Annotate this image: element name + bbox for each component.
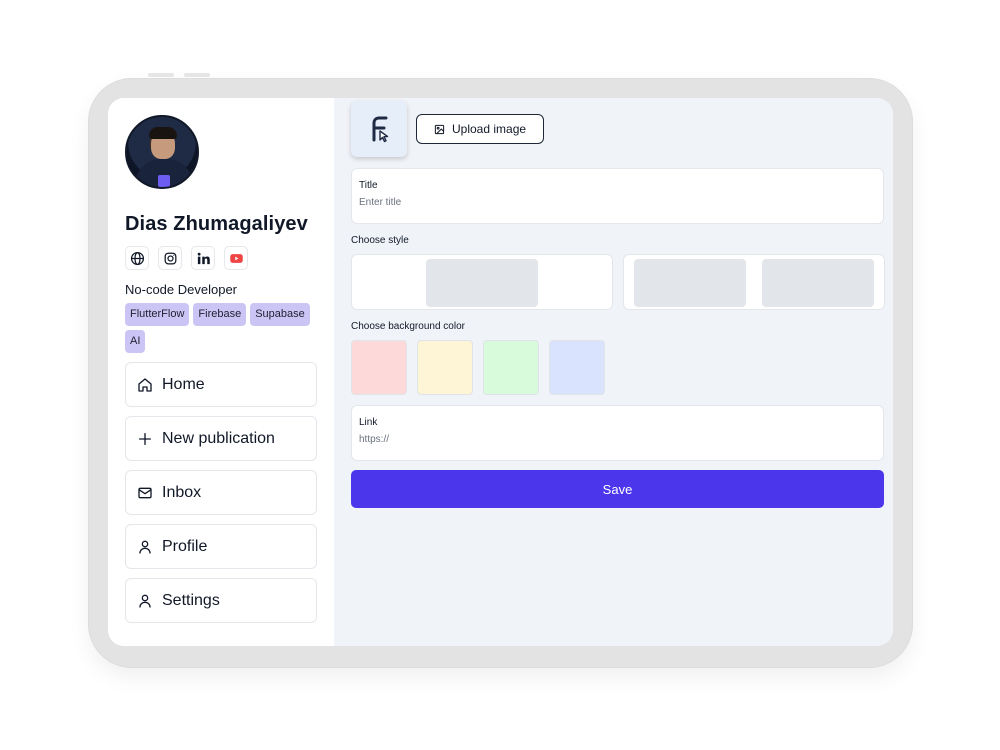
color-swatch-yellow[interactable] [417, 340, 473, 395]
bg-color-label: Choose background color [351, 321, 465, 332]
nav-item-label: Settings [162, 591, 220, 609]
app-screen: Dias Zhumagaliyev No-code Developer Flut… [108, 98, 893, 646]
tag: Supabase [250, 303, 310, 326]
style-label: Choose style [351, 235, 409, 246]
tag: AI [125, 330, 146, 353]
nav-item-label: Home [162, 375, 205, 393]
image-preview[interactable] [351, 101, 407, 157]
save-button[interactable]: Save [351, 470, 884, 508]
tag: Firebase [193, 303, 247, 326]
upload-image-label: Upload image [452, 122, 527, 136]
image-icon [434, 124, 445, 134]
nav-item-label: Profile [162, 537, 208, 555]
home-icon [138, 377, 152, 392]
instagram-icon[interactable] [158, 246, 182, 270]
flutterflow-logo-icon [372, 116, 389, 143]
plus-icon [139, 432, 151, 445]
user-role: No-code Developer [125, 282, 238, 297]
color-swatch-red[interactable] [351, 340, 407, 395]
publication-editor: Upload image Title Choose style Choose b… [334, 98, 893, 646]
style-option-2[interactable] [623, 254, 885, 310]
style-option-1[interactable] [351, 254, 613, 310]
nav-item-new-publication[interactable]: New publication [125, 416, 317, 461]
globe-icon[interactable] [125, 246, 149, 270]
nav-item-settings[interactable]: Settings [125, 578, 317, 623]
nav-item-inbox[interactable]: Inbox [125, 470, 317, 515]
user-name: Dias Zhumagaliyev [125, 213, 308, 235]
user-icon [139, 540, 151, 554]
title-field: Title [351, 168, 884, 224]
tag: FlutterFlow [125, 303, 190, 326]
link-input[interactable] [359, 434, 876, 445]
title-label: Title [359, 180, 378, 191]
color-swatch-blue[interactable] [549, 340, 605, 395]
nav-item-home[interactable]: Home [125, 362, 317, 407]
skill-tags: FlutterFlow Firebase Supabase AI [125, 303, 315, 353]
profile-sidebar: Dias Zhumagaliyev No-code Developer Flut… [108, 98, 334, 646]
avatar[interactable] [125, 115, 199, 189]
title-input[interactable] [359, 197, 876, 208]
social-links [125, 246, 317, 270]
youtube-icon[interactable] [224, 246, 248, 270]
link-label: Link [359, 417, 378, 428]
bg-color-options [351, 340, 885, 395]
mail-icon [138, 487, 152, 498]
avatar-logo-badge [158, 175, 170, 187]
main-nav: Home New publication Inbox Profile Setti… [125, 362, 317, 623]
nav-item-label: New publication [162, 429, 275, 447]
color-swatch-green[interactable] [483, 340, 539, 395]
style-options [351, 254, 885, 310]
image-row: Upload image [351, 100, 885, 158]
nav-item-label: Inbox [162, 483, 202, 501]
link-field: Link [351, 405, 884, 461]
upload-image-button[interactable]: Upload image [416, 114, 545, 144]
user-icon [139, 594, 151, 608]
linkedin-icon[interactable] [191, 246, 215, 270]
nav-item-profile[interactable]: Profile [125, 524, 317, 569]
stage: Dias Zhumagaliyev No-code Developer Flut… [0, 0, 1000, 750]
